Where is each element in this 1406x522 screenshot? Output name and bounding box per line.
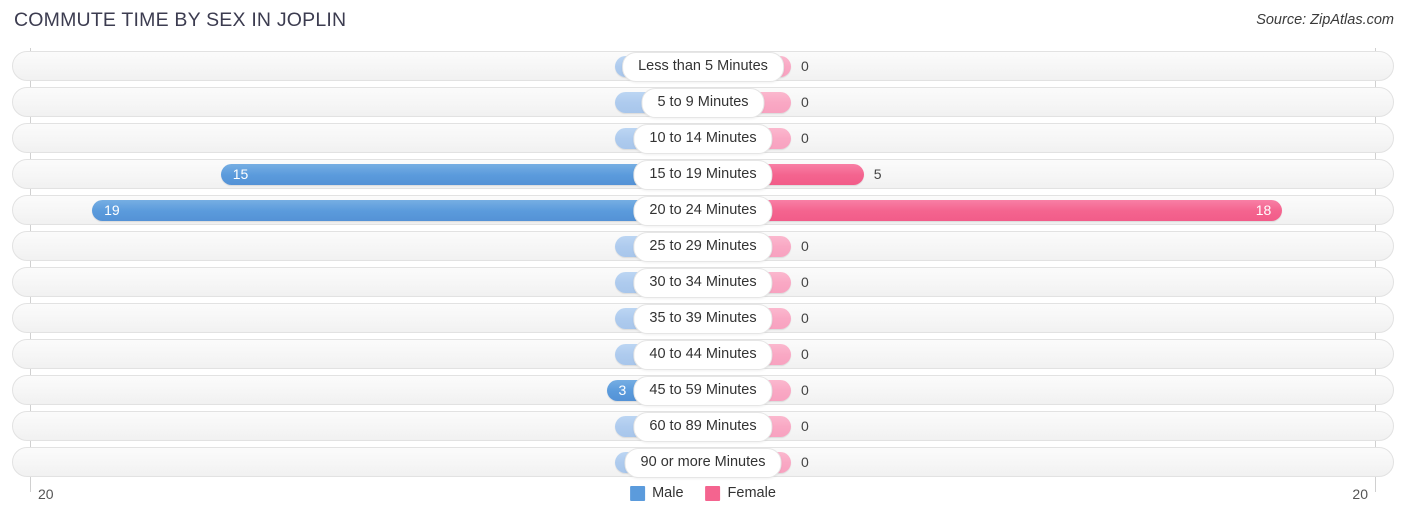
female-value-label: 0 [801,238,809,254]
male-bar-container [60,272,703,293]
male-bar-container [60,56,703,77]
legend-label-male: Male [652,485,684,501]
female-bar-container [703,308,1346,329]
female-value-label: 18 [1255,202,1272,218]
female-bar-container [703,380,1346,401]
female-value-label: 0 [801,274,809,290]
female-value-label: 0 [801,58,809,74]
category-label: 45 to 59 Minutes [633,376,773,406]
female-value-label: 0 [801,346,809,362]
female-value-label: 0 [801,418,809,434]
category-label: 5 to 9 Minutes [641,88,765,118]
bar-row[interactable]: 0040 to 44 Minutes [0,336,1406,372]
female-bar-container [703,128,1346,149]
male-value-label: 15 [232,166,249,182]
bar-row[interactable]: 15 5 15 to 19 Minutes [0,156,1406,192]
legend-item-female[interactable]: Female [705,485,776,501]
legend-swatch-female-icon [705,485,721,501]
female-bar-container [703,164,1346,185]
female-value-label: 0 [801,94,809,110]
chart-footer: 20 20 Male Female [0,482,1406,522]
bar-row[interactable]: 0030 to 34 Minutes [0,264,1406,300]
legend-item-male[interactable]: Male [630,485,684,501]
legend-swatch-male-icon [630,485,646,501]
bar-row[interactable]: 3 0 45 to 59 Minutes [0,372,1406,408]
male-bar-container [60,308,703,329]
source-attribution: Source: ZipAtlas.com [1256,12,1394,28]
male-bar[interactable] [92,200,703,221]
category-label: 60 to 89 Minutes [633,412,773,442]
female-bar-container [703,272,1346,293]
female-bar-container [703,200,1346,221]
male-bar[interactable] [220,164,703,185]
female-value-label: 0 [801,310,809,326]
bar-row[interactable]: 0010 to 14 Minutes [0,120,1406,156]
bar-row[interactable]: 005 to 9 Minutes [0,84,1406,120]
female-bar-container [703,452,1346,473]
axis-tick-right: 20 [1352,486,1368,502]
category-label: 10 to 14 Minutes [633,124,773,154]
bar-rows: 0 0 Less than 5 Minutes 0 0 5 to 9 Minutes 0 0 1… [0,48,1406,480]
page-title: COMMUTE TIME BY SEX IN JOPLIN [14,9,347,31]
category-label: Less than 5 Minutes [622,52,784,82]
male-bar-container [60,164,703,185]
bar-row[interactable]: 0060 to 89 Minutes [0,408,1406,444]
category-label: 90 or more Minutes [624,448,782,478]
female-bar-container [703,92,1346,113]
legend-label-female: Female [727,485,776,501]
legend: Male Female [630,485,776,501]
male-bar-container [60,200,703,221]
bar-row[interactable]: 00Less than 5 Minutes [0,48,1406,84]
female-bar-container [703,236,1346,257]
chart-header: COMMUTE TIME BY SEX IN JOPLIN Source: Zi… [0,0,1406,44]
male-bar-container [60,236,703,257]
bar-row[interactable]: 0090 or more Minutes [0,444,1406,480]
bar-row[interactable]: 19 18 20 to 24 Minutes [0,192,1406,228]
male-value-label: 3 [618,382,627,398]
male-bar-container [60,380,703,401]
category-label: 30 to 34 Minutes [633,268,773,298]
male-bar-container [60,128,703,149]
category-label: 15 to 19 Minutes [633,160,773,190]
category-label: 25 to 29 Minutes [633,232,773,262]
female-bar-container [703,416,1346,437]
category-label: 20 to 24 Minutes [633,196,773,226]
female-value-label: 0 [801,454,809,470]
male-bar-container [60,416,703,437]
male-bar-container [60,92,703,113]
female-value-label: 0 [801,382,809,398]
axis-tick-left: 20 [38,486,54,502]
male-value-label: 19 [104,202,120,218]
plot-area: 0 0 Less than 5 Minutes 0 0 5 to 9 Minutes 0 0 1… [0,48,1406,492]
male-bar-container [60,452,703,473]
female-bar-container [703,56,1346,77]
bar-row[interactable]: 0035 to 39 Minutes [0,300,1406,336]
female-bar-container [703,344,1346,365]
female-value-label: 0 [801,130,809,146]
female-bar[interactable] [703,200,1282,221]
commute-time-chart: COMMUTE TIME BY SEX IN JOPLIN Source: Zi… [0,0,1406,522]
category-label: 40 to 44 Minutes [633,340,773,370]
bar-row[interactable]: 0025 to 29 Minutes [0,228,1406,264]
male-bar-container [60,344,703,365]
female-value-label: 5 [873,166,882,182]
category-label: 35 to 39 Minutes [633,304,773,334]
